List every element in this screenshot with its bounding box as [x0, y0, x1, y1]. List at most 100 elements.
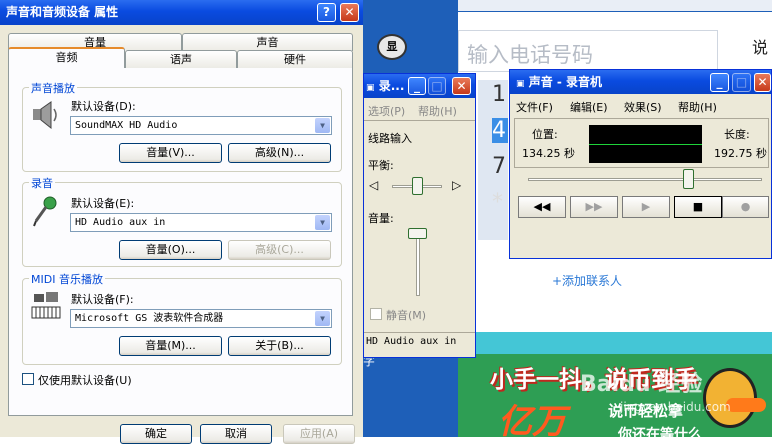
playback-device-select[interactable]: SoundMAX HD Audio ▼ [70, 116, 332, 135]
minimize-button[interactable]: _ [408, 77, 426, 95]
recording-default-label: 默认设备(E): [71, 197, 135, 210]
recording-device-value: HD Audio aux in [75, 217, 166, 228]
volume-slider[interactable] [408, 228, 427, 239]
maximize-button[interactable]: □ [732, 73, 751, 92]
length-value: 192.75 秒 [714, 147, 767, 160]
chevron-down-icon[interactable]: ▼ [315, 215, 330, 230]
promo-cta: 你还在等什么 [618, 427, 702, 437]
only-default-label: 仅使用默认设备(U) [38, 374, 132, 387]
seek-start-button[interactable]: ◀◀ [518, 196, 566, 218]
playback-device-value: SoundMAX HD Audio [75, 120, 178, 131]
menu-edit[interactable]: 编辑(E) [570, 99, 608, 115]
watermark: Baidu 经验 [580, 372, 703, 397]
midi-device-value: Microsoft GS 波表软件合成器 [75, 313, 224, 324]
close-button[interactable]: ✕ [340, 3, 359, 22]
menu-divider [364, 120, 475, 121]
keypad-key[interactable]: 4 [492, 118, 508, 143]
balance-label: 平衡: [368, 159, 394, 172]
recorder-title: 声音 - 录音机 [528, 75, 603, 89]
speaker-right-icon: ▷ [452, 178, 462, 192]
length-label: 长度: [724, 128, 750, 141]
playback-group-title: 声音播放 [29, 80, 77, 96]
playback-default-label: 默认设备(D): [71, 100, 136, 113]
menu-options[interactable]: 选项(P) [368, 103, 405, 119]
seek-slider[interactable] [683, 169, 695, 189]
midi-device-select[interactable]: Microsoft GS 波表软件合成器 ▼ [70, 309, 332, 328]
menu-help[interactable]: 帮助(H) [418, 103, 457, 119]
toucan-beak-icon [726, 398, 766, 412]
ok-button[interactable]: 确定 [120, 424, 192, 444]
menu-file[interactable]: 文件(F) [516, 99, 553, 115]
volume-label: 音量: [368, 212, 394, 225]
recording-control-window: ▣ 录... _ □ ✕ 选项(P) 帮助(H) 线路输入 平衡: ◁ ▷ 音量… [363, 73, 476, 358]
apply-button[interactable]: 应用(A) [283, 424, 355, 444]
tab-hardware[interactable]: 硬件 [237, 50, 353, 68]
midi-default-label: 默认设备(F): [71, 293, 134, 306]
volume-track [416, 230, 420, 296]
chevron-down-icon[interactable]: ▼ [315, 118, 330, 133]
midi-volume-button[interactable]: 音量(M)... [119, 336, 222, 356]
footer-divider [364, 332, 475, 333]
sound-recorder-window: ▣ 声音 - 录音机 _ □ ✕ 文件(F) 编辑(E) 效果(S) 帮助(H)… [509, 69, 772, 259]
chevron-down-icon[interactable]: ▼ [315, 311, 330, 326]
speaker-icon [30, 100, 60, 130]
promo-big-text: 亿万 [498, 402, 566, 437]
app-icon: ▣ [366, 83, 375, 93]
seek-track [528, 178, 762, 181]
waveform-line [589, 144, 702, 145]
close-button[interactable]: ✕ [754, 73, 771, 92]
channel-label: 线路输入 [368, 132, 412, 145]
mixer-titlebar[interactable]: ▣ 录... _ □ ✕ [364, 74, 475, 98]
tab-audio[interactable]: 音频 [8, 47, 125, 68]
waveform-display [589, 125, 702, 163]
phone-number-input[interactable]: 输入电话号码 [458, 30, 718, 72]
device-footer: HD Audio aux in [366, 336, 457, 347]
midi-keyboard-icon [30, 290, 62, 320]
position-label: 位置: [532, 128, 558, 141]
keypad-key[interactable]: 1 [492, 82, 506, 107]
stop-button[interactable]: ■ [674, 196, 722, 218]
playback-volume-button[interactable]: 音量(V)... [119, 143, 222, 163]
side-label: 说 [752, 38, 769, 57]
minimize-button[interactable]: _ [710, 73, 729, 92]
keypad: 1 4 7 * [478, 80, 508, 240]
speaker-left-icon: ◁ [369, 178, 379, 192]
keypad-key[interactable]: * [492, 190, 503, 215]
add-contact-link[interactable]: +添加联系人 [552, 272, 622, 289]
only-default-checkbox[interactable] [22, 373, 34, 385]
mixer-title: 录... [378, 79, 405, 93]
keypad-key[interactable]: 7 [492, 154, 506, 179]
recording-advanced-button[interactable]: 高级(C)... [228, 240, 331, 260]
play-button[interactable]: ▶ [622, 196, 670, 218]
recorder-titlebar[interactable]: ▣ 声音 - 录音机 _ □ ✕ [510, 70, 771, 94]
playback-advanced-button[interactable]: 高级(N)... [228, 143, 331, 163]
help-button[interactable]: ? [317, 3, 336, 22]
tab-voice[interactable]: 语声 [125, 50, 237, 68]
sound-properties-dialog: 声音和音频设备 属性 ? ✕ 音量 声音 音频 语声 硬件 声音播放 默认设备(… [0, 0, 363, 444]
tab-sounds[interactable]: 声音 [182, 33, 353, 51]
mute-label: 静音(M) [386, 309, 427, 322]
menu-help[interactable]: 帮助(H) [678, 99, 717, 115]
watermark-url: jingyan.baidu.com [620, 400, 731, 414]
mute-checkbox[interactable] [370, 308, 382, 320]
midi-about-button[interactable]: 关于(B)... [228, 336, 331, 356]
dialog-title: 声音和音频设备 属性 [6, 5, 119, 19]
display-badge-icon[interactable]: 显 [377, 34, 407, 60]
seek-end-button[interactable]: ▶▶ [570, 196, 618, 218]
recording-group-title: 录音 [29, 175, 55, 191]
microphone-icon [30, 195, 60, 227]
menu-effects[interactable]: 效果(S) [624, 99, 662, 115]
recording-volume-button[interactable]: 音量(O)... [119, 240, 222, 260]
midi-group-title: MIDI 音乐播放 [29, 271, 105, 287]
maximize-button[interactable]: □ [428, 77, 446, 95]
record-button[interactable]: ● [722, 196, 769, 218]
recording-device-select[interactable]: HD Audio aux in ▼ [70, 213, 332, 232]
close-button[interactable]: ✕ [452, 77, 471, 95]
balance-slider[interactable] [412, 177, 423, 195]
cancel-button[interactable]: 取消 [200, 424, 272, 444]
recorder-app-icon: ▣ [516, 79, 525, 89]
promo-top-strip [458, 332, 772, 354]
dialog-titlebar[interactable]: 声音和音频设备 属性 ? ✕ [0, 0, 363, 25]
position-value: 134.25 秒 [522, 147, 575, 160]
page-top-bar [458, 0, 772, 12]
